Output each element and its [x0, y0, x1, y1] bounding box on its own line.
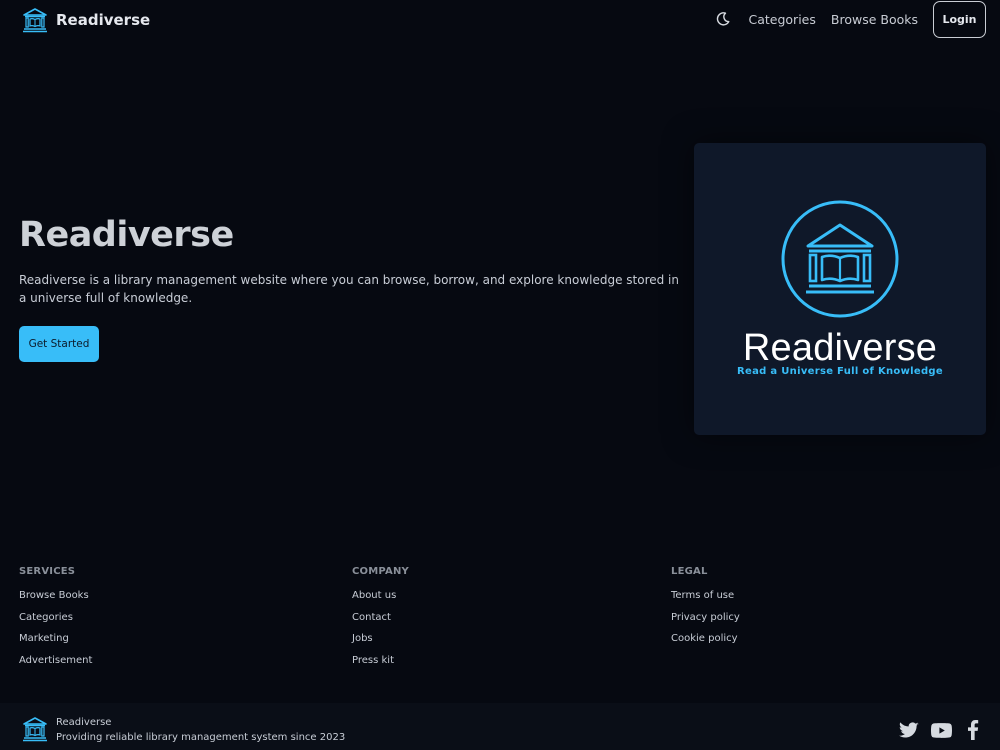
brand-link[interactable]: Readiverse [22, 6, 150, 34]
footer-heading-legal: LEGAL [671, 566, 708, 577]
footer-column-services: SERVICES Browse Books Categories Marketi… [19, 566, 92, 676]
library-emblem-icon [781, 200, 899, 318]
twitter-icon [899, 721, 919, 737]
footer-brand-name: Readiverse [56, 717, 112, 728]
youtube-icon [930, 722, 952, 738]
nav-menu: Categories Browse Books Login [711, 0, 986, 38]
twitter-link[interactable] [898, 719, 920, 741]
footer-heading-services: SERVICES [19, 566, 76, 577]
hero-logo-card: Readiverse Read a Universe Full of Knowl… [694, 143, 986, 435]
bottom-footer: Readiverse Providing reliable library ma… [0, 703, 1000, 750]
footer-column-legal: LEGAL Terms of use Privacy policy Cookie… [671, 566, 740, 655]
nav-link-categories[interactable]: Categories [749, 12, 816, 27]
theme-toggle[interactable] [711, 7, 735, 31]
facebook-link[interactable] [962, 719, 984, 741]
footer-logo [22, 716, 48, 742]
footer-heading-company: COMPANY [352, 566, 409, 577]
footer-link-browse-books[interactable]: Browse Books [19, 590, 92, 604]
hero-title: Readiverse [19, 215, 234, 255]
youtube-link[interactable] [930, 719, 952, 741]
footer-link-advertisement[interactable]: Advertisement [19, 655, 92, 669]
footer-link-terms-of-use[interactable]: Terms of use [671, 590, 740, 604]
footer-brand-text: Readiverse Providing reliable library ma… [56, 716, 345, 746]
footer-link-privacy-policy[interactable]: Privacy policy [671, 612, 740, 626]
nav-link-browse-books[interactable]: Browse Books [831, 12, 918, 27]
get-started-button[interactable]: Get Started [19, 326, 99, 362]
footer-link-jobs[interactable]: Jobs [352, 633, 409, 647]
brand-name: Readiverse [56, 11, 151, 29]
footer-link-marketing[interactable]: Marketing [19, 633, 92, 647]
library-logo-icon [23, 8, 47, 33]
footer-link-press-kit[interactable]: Press kit [352, 655, 409, 669]
footer-link-contact[interactable]: Contact [352, 612, 409, 626]
moon-icon [716, 12, 729, 26]
card-tagline: Read a Universe Full of Knowledge [737, 366, 943, 377]
facebook-icon [968, 720, 979, 740]
footer-link-cookie-policy[interactable]: Cookie policy [671, 633, 740, 647]
footer-link-about-us[interactable]: About us [352, 590, 409, 604]
hero-description: Readiverse is a library management websi… [19, 273, 679, 305]
footer-link-categories[interactable]: Categories [19, 612, 92, 626]
navbar: Readiverse Categories Browse Books Login [0, 0, 1000, 40]
login-button[interactable]: Login [933, 0, 986, 38]
library-logo-icon [23, 717, 47, 742]
footer-column-company: COMPANY About us Contact Jobs Press kit [352, 566, 409, 676]
card-title: Readiverse [742, 327, 938, 369]
footer-tagline: Providing reliable library management sy… [56, 732, 346, 743]
social-links [898, 719, 984, 741]
